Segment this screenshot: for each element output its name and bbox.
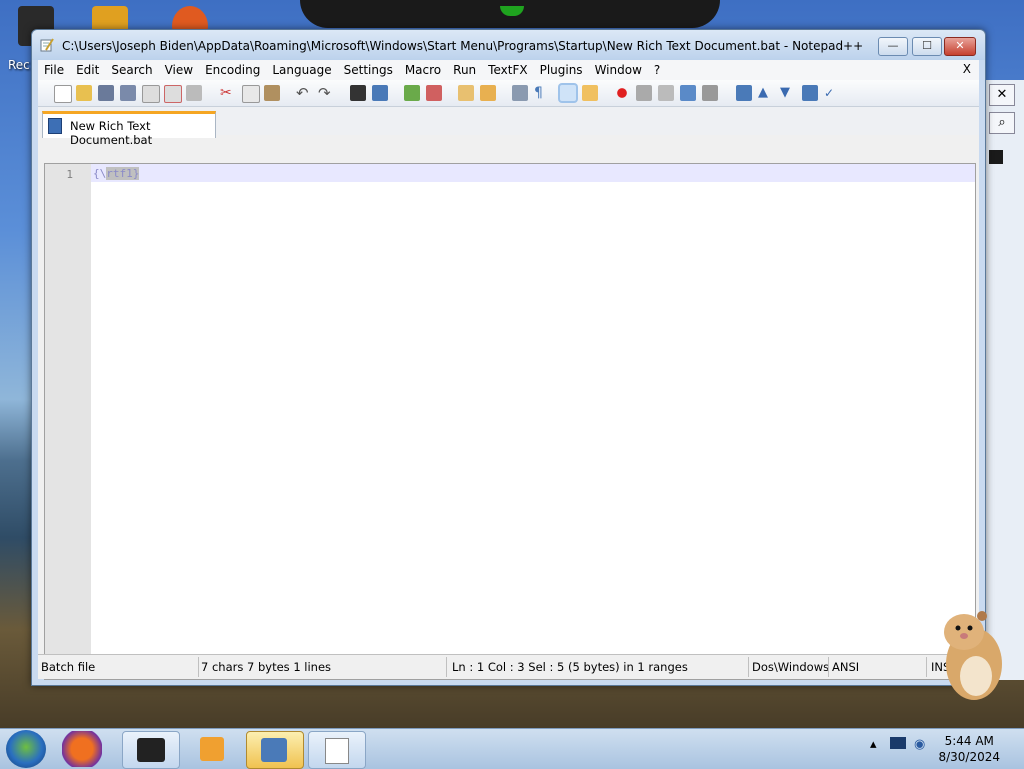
save-icon[interactable] (98, 85, 114, 101)
redo-icon[interactable]: ↷ (318, 85, 334, 101)
code-text: {\ (93, 167, 107, 180)
firefox-icon[interactable] (62, 731, 102, 767)
media-player-icon[interactable] (184, 731, 240, 767)
menu-file[interactable]: File (38, 60, 70, 80)
run-macro-multiple-icon[interactable] (680, 85, 696, 101)
background-window-close-icon[interactable]: ✕ (989, 84, 1015, 106)
close-all-icon[interactable] (164, 85, 182, 103)
status-separator (446, 657, 447, 677)
taskbar: ▴ ◉ 5:44 AM 8/30/2024 (0, 728, 1024, 769)
search-icon[interactable]: ⌕ (989, 112, 1015, 134)
menu-window[interactable]: Window (589, 60, 648, 80)
status-bar: Batch file 7 chars 7 bytes 1 lines Ln : … (38, 654, 979, 679)
menu-settings[interactable]: Settings (338, 60, 399, 80)
status-separator (828, 657, 829, 677)
network-icon[interactable] (890, 737, 906, 749)
menu-edit[interactable]: Edit (70, 60, 105, 80)
collapse-icon[interactable] (736, 85, 752, 101)
save-all-icon[interactable] (120, 85, 136, 101)
menu-view[interactable]: View (159, 60, 199, 80)
status-encoding: ANSI (832, 660, 860, 674)
clock[interactable]: 5:44 AM 8/30/2024 (938, 733, 1000, 765)
menu-run[interactable]: Run (447, 60, 482, 80)
status-filetype: Batch file (41, 660, 96, 674)
menu-help[interactable]: ? (648, 60, 666, 80)
new-file-icon[interactable] (54, 85, 72, 103)
hamster-image (944, 611, 1002, 700)
indent-guide-icon[interactable] (560, 85, 576, 101)
volume-icon[interactable]: ◉ (914, 737, 925, 752)
close-icon[interactable] (142, 85, 160, 103)
show-hidden-icons-icon[interactable]: ▴ (870, 737, 877, 752)
spell-check-icon[interactable]: ✓ (824, 85, 840, 101)
maximize-button[interactable]: ☐ (912, 37, 942, 56)
tab-label: New Rich Text Document.bat (70, 119, 153, 147)
replace-icon[interactable] (372, 85, 388, 101)
menu-macro[interactable]: Macro (399, 60, 447, 80)
notepad-taskbar-icon[interactable] (308, 731, 366, 769)
zoom-in-icon[interactable] (404, 85, 420, 101)
show-all-chars-icon[interactable]: ¶ (534, 85, 550, 101)
status-position: Ln : 1 Col : 3 Sel : 5 (5 bytes) in 1 ra… (452, 660, 688, 674)
taskbar-app-icon[interactable] (246, 731, 304, 769)
play-macro-icon[interactable] (658, 85, 674, 101)
cut-icon[interactable]: ✂ (220, 85, 236, 101)
stop-macro-icon[interactable] (636, 85, 652, 101)
status-separator (748, 657, 749, 677)
paste-icon[interactable] (264, 85, 280, 101)
find-icon[interactable] (350, 85, 366, 101)
taskbar-terminal-icon[interactable] (122, 731, 180, 769)
menu-bar: File Edit Search View Encoding Language Settin… (38, 60, 979, 80)
current-line-highlight (91, 164, 975, 182)
user-language-icon[interactable] (582, 85, 598, 101)
copy-icon[interactable] (242, 85, 260, 103)
zoom-out-icon[interactable] (426, 85, 442, 101)
status-separator (926, 657, 927, 677)
start-button[interactable] (6, 730, 46, 768)
status-eol: Dos\Windows (752, 660, 830, 674)
line-number-gutter: 1 (45, 164, 91, 679)
move-up-icon[interactable]: ▲ (758, 85, 774, 101)
menu-language[interactable]: Language (266, 60, 337, 80)
menu-search[interactable]: Search (105, 60, 158, 80)
sync-vertical-icon[interactable] (458, 85, 474, 101)
background-window-thumb-icon (989, 150, 1003, 164)
notepad-icon (40, 38, 54, 52)
title-bar[interactable]: C:\Users\Joseph Biden\AppData\Roaming\Mi… (32, 30, 985, 60)
clock-time: 5:44 AM (944, 734, 994, 748)
desktop-icon-label: Rec (8, 58, 30, 72)
client-area: File Edit Search View Encoding Language Settin… (38, 60, 979, 680)
word-wrap-icon[interactable] (512, 85, 528, 101)
editor[interactable]: 1 {\rtf1} (44, 163, 976, 680)
undo-icon[interactable]: ↶ (296, 85, 312, 101)
selected-text: rtf1} (106, 167, 140, 180)
status-length: 7 chars 7 bytes 1 lines (201, 660, 332, 674)
notepadpp-window: C:\Users\Joseph Biden\AppData\Roaming\Mi… (31, 29, 986, 686)
close-document-button[interactable]: X (963, 62, 971, 76)
tab-strip: New Rich Text Document.bat (38, 107, 979, 147)
tab-new-rich-text-document[interactable]: New Rich Text Document.bat (42, 111, 216, 147)
window-title: C:\Users\Joseph Biden\AppData\Roaming\Mi… (62, 39, 864, 53)
move-down-icon[interactable]: ▼ (780, 85, 796, 101)
close-button[interactable]: ✕ (944, 37, 976, 56)
toolbar: ✂ ↶ ↷ ¶ ▲ ▼ ✓ (38, 80, 979, 107)
minimize-button[interactable]: — (878, 37, 908, 56)
clock-date: 8/30/2024 (938, 750, 1000, 764)
menu-plugins[interactable]: Plugins (534, 60, 589, 80)
open-file-icon[interactable] (76, 85, 92, 101)
print-icon[interactable] (186, 85, 202, 101)
background-window: ✕ ⌕ (982, 80, 1024, 680)
save-macro-icon[interactable] (702, 85, 718, 101)
record-macro-icon[interactable] (614, 85, 630, 101)
status-separator (198, 657, 199, 677)
menu-textfx[interactable]: TextFX (482, 60, 533, 80)
menu-encoding[interactable]: Encoding (199, 60, 266, 80)
sync-horizontal-icon[interactable] (480, 85, 496, 101)
expand-icon[interactable] (802, 85, 818, 101)
code-line: {\rtf1} (93, 167, 140, 180)
saved-file-icon (48, 118, 62, 134)
line-number: 1 (66, 168, 73, 181)
